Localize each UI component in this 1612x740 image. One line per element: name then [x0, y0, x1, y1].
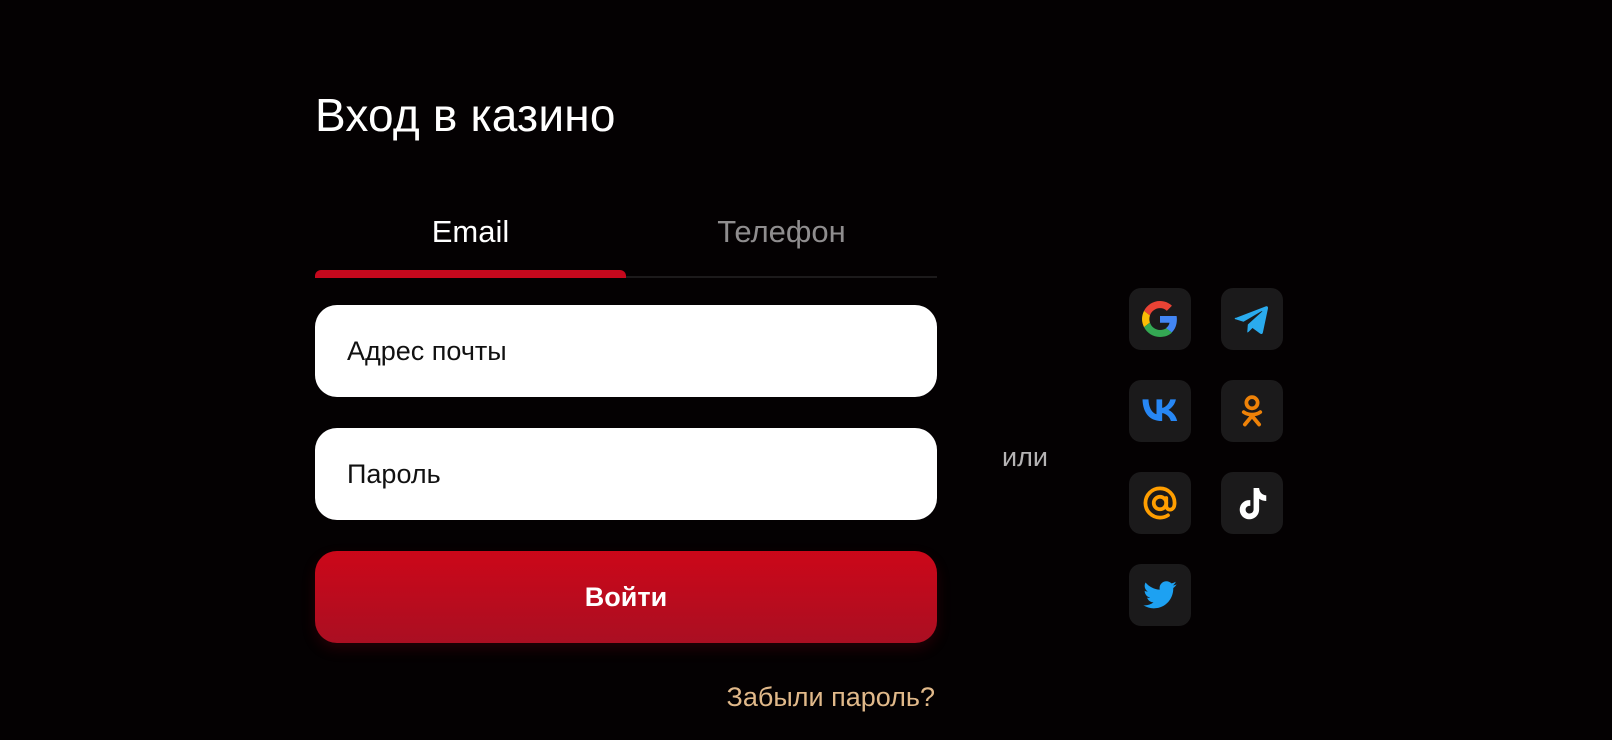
tab-email[interactable]: Email [315, 200, 626, 278]
login-button[interactable]: Войти [315, 551, 937, 643]
odnoklassniki-login-button[interactable] [1221, 380, 1283, 442]
page-title: Вход в казино [315, 89, 616, 141]
odnoklassniki-icon [1241, 395, 1263, 427]
password-field[interactable] [315, 428, 937, 520]
tab-email-label: Email [431, 214, 510, 249]
tiktok-icon [1239, 487, 1267, 520]
mail-ru-icon [1143, 486, 1177, 520]
tab-phone[interactable]: Телефон [626, 200, 937, 276]
tiktok-login-button[interactable] [1221, 472, 1283, 534]
tab-phone-label: Телефон [717, 214, 846, 249]
active-tab-indicator [315, 270, 626, 278]
google-login-button[interactable] [1129, 288, 1191, 350]
twitter-login-button[interactable] [1129, 564, 1191, 626]
password-input[interactable] [345, 457, 907, 491]
twitter-icon [1143, 581, 1177, 609]
login-method-tabs: Email Телефон [315, 200, 937, 278]
forgot-password-link[interactable]: Забыли пароль? [727, 682, 935, 713]
email-field[interactable] [315, 305, 937, 397]
telegram-login-button[interactable] [1221, 288, 1283, 350]
or-divider-label: или [1002, 442, 1048, 472]
email-input[interactable] [345, 334, 907, 368]
login-page: Вход в казино Email Телефон Войти Забыли… [0, 0, 1612, 740]
vk-login-button[interactable] [1129, 380, 1191, 442]
google-icon [1142, 301, 1177, 337]
telegram-icon [1234, 306, 1269, 335]
vk-icon [1142, 399, 1178, 421]
mail-ru-login-button[interactable] [1129, 472, 1191, 534]
